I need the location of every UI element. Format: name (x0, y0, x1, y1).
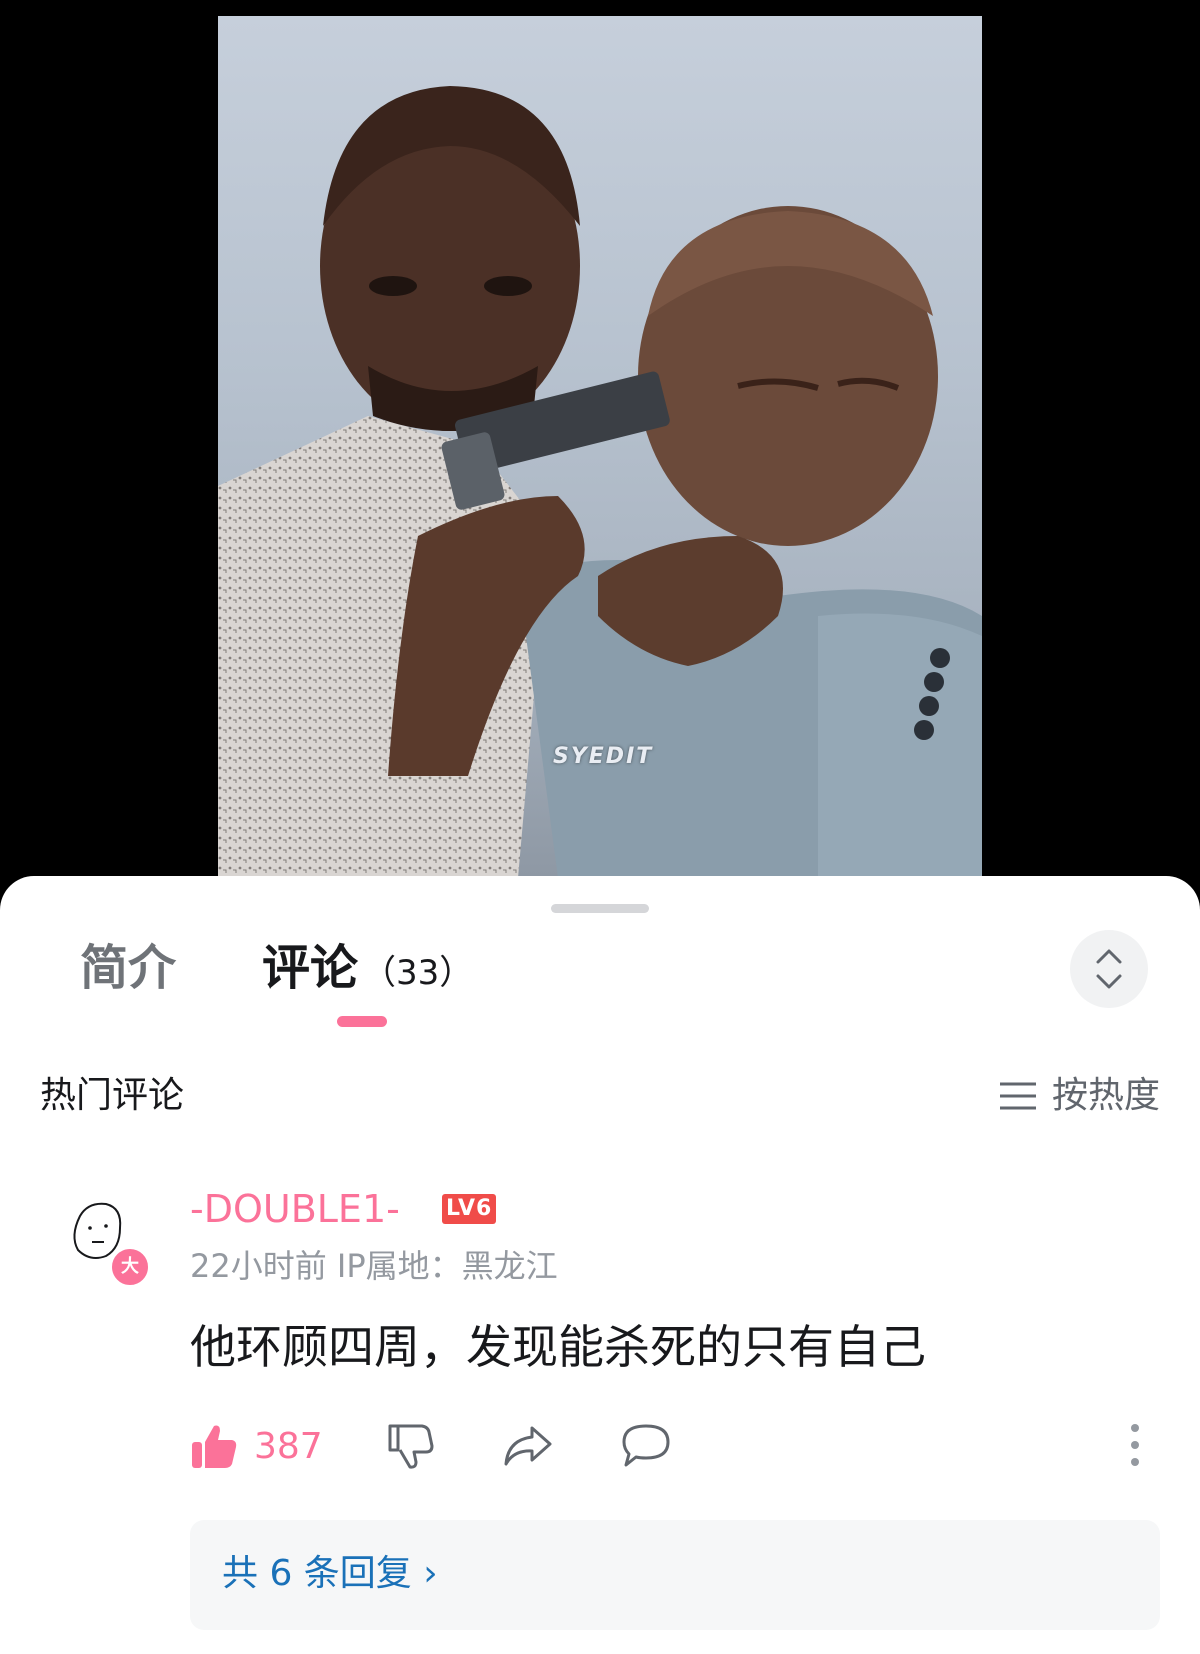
menu-lines-icon (999, 1082, 1036, 1110)
reply-button[interactable] (620, 1416, 672, 1476)
video-frame[interactable]: SYEDIT (218, 16, 982, 878)
share-arrow-icon (504, 1426, 552, 1466)
tab-comments[interactable]: 评论 （33） (262, 938, 473, 1003)
replies-preview[interactable]: 共 6 条回复 › (190, 1520, 1160, 1630)
share-button[interactable] (502, 1416, 554, 1476)
avatar-vip-badge: 大 (109, 1246, 151, 1288)
comment-ip-location: IP属地：黑龙江 (336, 1247, 558, 1285)
tab-intro[interactable]: 简介 (80, 938, 176, 998)
comment-text: 他环顾四周，发现能杀死的只有自己 (190, 1320, 926, 1374)
hot-comments-title: 热门评论 (40, 1075, 185, 1116)
comment-time: 22小时前 (190, 1247, 327, 1285)
speech-bubble-icon (622, 1424, 670, 1467)
tab-comments-label: 评论 (262, 940, 359, 996)
view-replies-link[interactable]: 共 6 条回复 › (222, 1550, 438, 1598)
sort-button[interactable]: 按热度 (998, 1072, 1160, 1120)
comments-sheet: 简介 评论 （33） 热门评论 按热度 大 -DOUBLE1- LV6 22小时前 (0, 876, 1200, 1654)
chevron-up-down-icon (1096, 949, 1122, 989)
sort-label: 按热度 (1051, 1075, 1160, 1116)
video-player[interactable]: SYEDIT (0, 0, 1200, 878)
vertical-dots-icon[interactable] (1120, 1416, 1150, 1476)
sheet-drag-handle[interactable] (551, 904, 649, 913)
dislike-button[interactable] (386, 1416, 434, 1476)
expand-sheet-button[interactable] (1070, 930, 1148, 1008)
comment-username[interactable]: -DOUBLE1- (190, 1184, 400, 1234)
thumbs-down-icon (388, 1424, 434, 1469)
comment-meta: 22小时前 IP属地：黑龙江 (190, 1244, 558, 1288)
user-level-badge: LV6 (442, 1194, 497, 1224)
like-button[interactable]: 387 (190, 1416, 323, 1476)
tab-active-indicator (337, 1016, 387, 1027)
like-count: 387 (254, 1425, 323, 1467)
thumbs-up-icon (192, 1425, 237, 1468)
tab-comments-count: （33） (362, 953, 474, 993)
video-watermark: SYEDIT (553, 744, 654, 769)
